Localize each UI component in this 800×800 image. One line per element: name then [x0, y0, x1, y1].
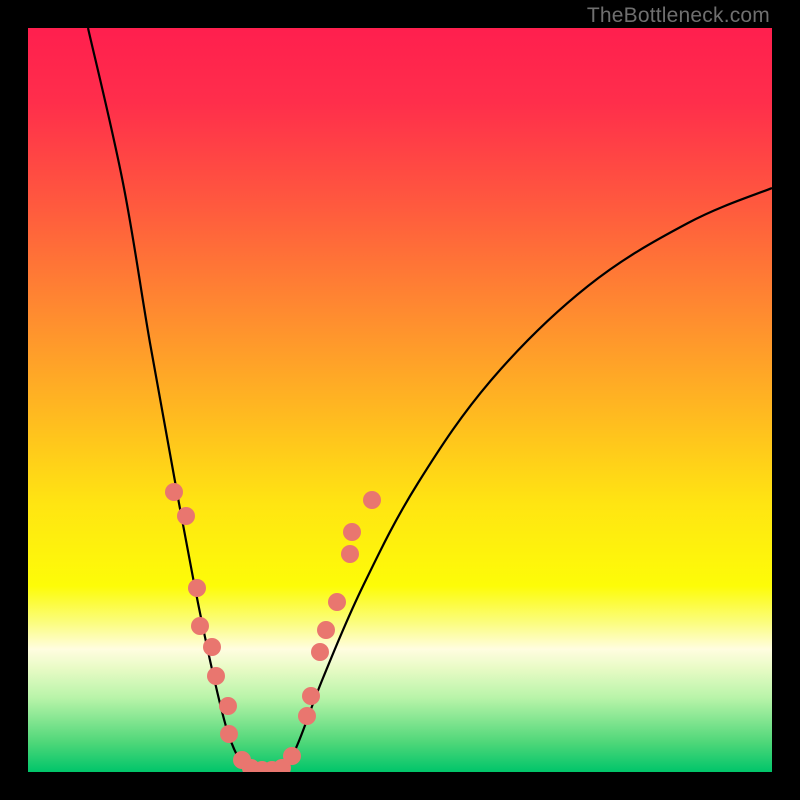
data-marker	[363, 491, 381, 509]
data-marker	[298, 707, 316, 725]
scatter-markers	[165, 483, 381, 772]
data-marker	[203, 638, 221, 656]
data-marker	[311, 643, 329, 661]
data-marker	[343, 523, 361, 541]
data-marker	[165, 483, 183, 501]
data-marker	[219, 697, 237, 715]
data-marker	[191, 617, 209, 635]
data-marker	[177, 507, 195, 525]
plot-area	[28, 28, 772, 772]
data-marker	[317, 621, 335, 639]
curve-left-arm	[88, 28, 253, 772]
chart-frame: TheBottleneck.com	[0, 0, 800, 800]
data-marker	[220, 725, 238, 743]
data-marker	[302, 687, 320, 705]
curve-layer	[28, 28, 772, 772]
data-marker	[188, 579, 206, 597]
data-marker	[207, 667, 225, 685]
data-marker	[341, 545, 359, 563]
curve-right-arm	[280, 188, 772, 772]
data-marker	[328, 593, 346, 611]
watermark-text: TheBottleneck.com	[587, 4, 770, 28]
